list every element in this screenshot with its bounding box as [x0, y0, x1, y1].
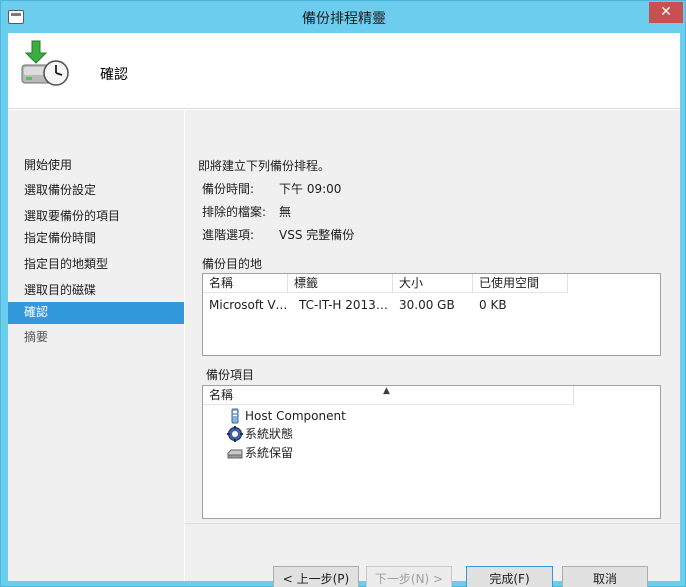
column-header-size[interactable]: 大小	[393, 274, 473, 293]
page-title: 確認	[100, 67, 128, 83]
sidebar-item-getting-started[interactable]: 開始使用	[8, 155, 184, 177]
wizard-client-area: 確認 開始使用 選取備份設定 選取要備份的項目 指定備份時間 指定目的地類型 選…	[8, 33, 680, 587]
advanced-options-label: 進階選項:	[202, 228, 255, 242]
wizard-steps-sidebar: 開始使用 選取備份設定 選取要備份的項目 指定備份時間 指定目的地類型 選取目的…	[8, 110, 184, 581]
sidebar-item-destination-type[interactable]: 指定目的地類型	[8, 254, 184, 276]
wizard-window: 備份排程精靈 ✕ 確認 開始使用 選取備份設定 選取要備份的項目 指定備份時間 …	[0, 0, 686, 587]
destination-heading: 備份目的地	[202, 257, 263, 271]
sidebar-item-confirmation[interactable]: 確認	[8, 302, 184, 324]
cancel-button[interactable]: 取消	[562, 566, 648, 587]
backup-schedule-icon	[21, 40, 69, 86]
list-item-label: 系統狀態	[245, 427, 294, 441]
excluded-files-value: 無	[279, 205, 292, 219]
column-header-label[interactable]: 標籤	[288, 274, 393, 293]
window-title: 備份排程精靈	[302, 11, 386, 27]
title-bar[interactable]: 備份排程精靈 ✕	[1, 1, 686, 33]
drive-icon	[227, 449, 243, 459]
advanced-options-value: VSS 完整備份	[279, 228, 355, 242]
sidebar-item-backup-time[interactable]: 指定備份時間	[8, 228, 184, 250]
back-button[interactable]: < 上一步(P)	[273, 566, 359, 587]
system-state-icon	[227, 426, 243, 442]
backup-items-list[interactable]: 名稱 ▲ Host Component 系統狀態 系統保留	[202, 385, 661, 519]
column-header-used-space[interactable]: 已使用空間	[473, 274, 568, 293]
destination-cell-label[interactable]: TC-IT-H 2013_...	[293, 296, 393, 314]
excluded-files-label: 排除的檔案:	[202, 205, 267, 219]
sidebar-item-destination-disk[interactable]: 選取目的磁碟	[8, 280, 184, 302]
destination-cell-name[interactable]: Microsoft Vir...	[203, 296, 288, 314]
list-item-label: Host Component	[245, 409, 346, 423]
destination-list[interactable]: 名稱 標籤 大小 已使用空間 Microsoft Vir... TC-IT-H …	[202, 273, 661, 356]
next-button: 下一步(N) >	[366, 566, 452, 587]
finish-button[interactable]: 完成(F)	[466, 566, 553, 587]
backup-time-label: 備份時間:	[202, 182, 255, 196]
destination-cell-used[interactable]: 0 KB	[473, 296, 568, 314]
backup-time-value: 下午 09:00	[279, 182, 342, 196]
close-button[interactable]: ✕	[649, 2, 683, 23]
footer-divider	[185, 523, 680, 524]
confirmation-panel: 即將建立下列備份排程。 備份時間: 下午 09:00 排除的檔案: 無 進階選項…	[185, 110, 680, 587]
wizard-header: 確認	[8, 33, 680, 109]
column-header-name[interactable]: 名稱	[203, 274, 288, 293]
destination-cell-size[interactable]: 30.00 GB	[393, 296, 473, 314]
sidebar-item-select-items[interactable]: 選取要備份的項目	[8, 206, 184, 228]
sidebar-item-summary: 摘要	[24, 330, 49, 344]
items-heading: 備份項目	[206, 368, 255, 382]
intro-text: 即將建立下列備份排程。	[198, 159, 331, 173]
sidebar-item-backup-settings[interactable]: 選取備份設定	[8, 180, 184, 202]
list-item-label: 系統保留	[245, 446, 294, 460]
sort-ascending-icon: ▲	[383, 386, 390, 396]
component-icon	[231, 408, 239, 424]
